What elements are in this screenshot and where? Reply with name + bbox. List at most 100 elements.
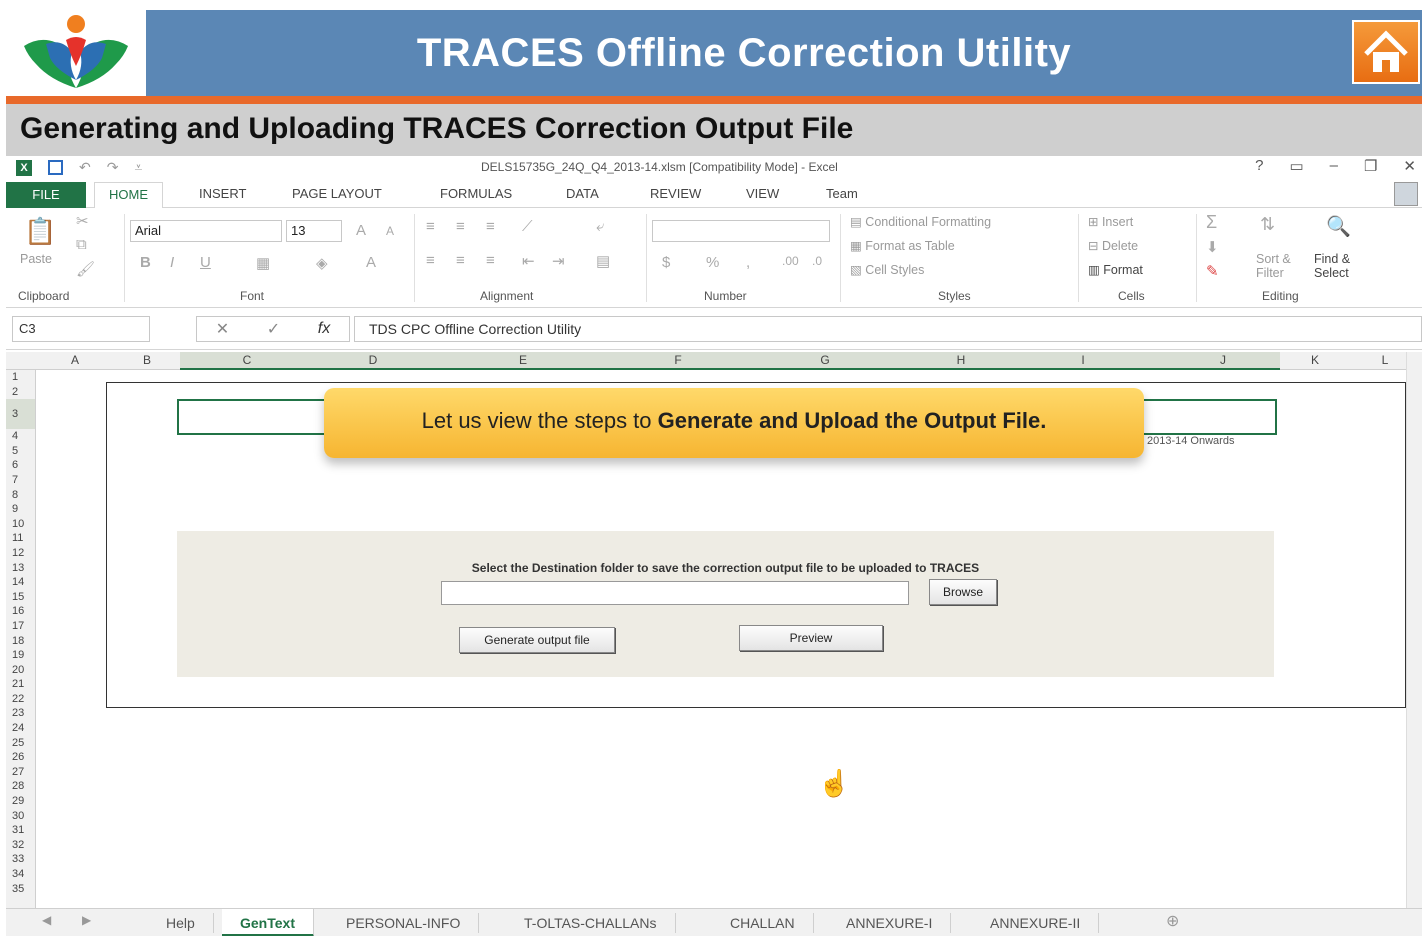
add-sheet-icon[interactable]: ⊕	[1166, 911, 1179, 931]
sheet-tab-gentext[interactable]: GenText	[222, 909, 314, 936]
help-icon[interactable]: ?	[1255, 157, 1263, 175]
sheet-tab-personal-info[interactable]: PERSONAL-INFO	[328, 913, 480, 933]
number-format-select[interactable]	[652, 220, 830, 242]
underline-icon[interactable]: U	[200, 254, 211, 271]
row-header-11[interactable]: 11	[6, 531, 35, 546]
row-header-10[interactable]: 10	[6, 517, 35, 532]
tab-team[interactable]: Team	[826, 186, 858, 201]
browse-button[interactable]: Browse	[929, 579, 997, 605]
merge-center-icon[interactable]: ▤	[596, 252, 610, 270]
fill-color-icon[interactable]: ◈	[316, 254, 328, 272]
align-left-icon[interactable]: ≡	[426, 252, 435, 269]
row-header-19[interactable]: 19	[6, 648, 35, 663]
paste-button[interactable]: Paste	[20, 252, 52, 266]
row-header-9[interactable]: 9	[6, 502, 35, 517]
sheet-tab-help[interactable]: Help	[148, 913, 214, 933]
row-header-16[interactable]: 16	[6, 604, 35, 619]
conditional-formatting-button[interactable]: ▤ Conditional Formatting	[850, 214, 991, 229]
row-header-18[interactable]: 18	[6, 634, 35, 649]
copy-icon[interactable]: ⧉	[76, 236, 87, 253]
row-header-35[interactable]: 35	[6, 882, 35, 897]
column-header-d[interactable]: D	[366, 353, 380, 367]
row-header-13[interactable]: 13	[6, 561, 35, 576]
column-header-f[interactable]: F	[671, 353, 685, 367]
row-header-5[interactable]: 5	[6, 444, 35, 459]
row-header-33[interactable]: 33	[6, 852, 35, 867]
increase-decimal-icon[interactable]: .00	[782, 254, 799, 268]
tab-data[interactable]: DATA	[566, 186, 599, 201]
insert-cells-button[interactable]: ⊞ Insert	[1088, 214, 1133, 229]
column-header-g[interactable]: G	[818, 353, 832, 367]
tab-page-layout[interactable]: PAGE LAYOUT	[292, 186, 382, 201]
preview-button[interactable]: Preview	[739, 625, 883, 651]
row-header-23[interactable]: 23	[6, 706, 35, 721]
increase-indent-icon[interactable]: ⇥	[552, 252, 565, 270]
minimize-icon[interactable]: –	[1330, 157, 1338, 175]
generate-output-button[interactable]: Generate output file	[459, 627, 615, 653]
column-header-c[interactable]: C	[240, 353, 254, 367]
sheet-tab-annexure-ii[interactable]: ANNEXURE-II	[972, 913, 1100, 933]
insert-function-icon[interactable]: fx	[318, 320, 330, 338]
decrease-decimal-icon[interactable]: .0	[812, 254, 822, 268]
wrap-text-icon[interactable]: ⤶	[596, 218, 604, 235]
align-center-icon[interactable]: ≡	[456, 252, 465, 269]
row-header-31[interactable]: 31	[6, 823, 35, 838]
row-header-32[interactable]: 32	[6, 838, 35, 853]
font-size-select[interactable]: 13	[286, 220, 342, 242]
row-header-34[interactable]: 34	[6, 867, 35, 882]
delete-cells-button[interactable]: ⊟ Delete	[1088, 238, 1138, 253]
shrink-font-icon[interactable]: A	[386, 224, 394, 238]
orientation-icon[interactable]: ⟋	[522, 218, 533, 235]
formula-input[interactable]: TDS CPC Offline Correction Utility	[354, 316, 1422, 342]
row-header-2[interactable]: 2	[6, 385, 35, 400]
grow-font-icon[interactable]: A	[356, 222, 366, 239]
sheet-tab-challan[interactable]: CHALLAN	[712, 913, 814, 933]
row-header-4[interactable]: 4	[6, 429, 35, 444]
align-bottom-icon[interactable]: ≡	[486, 218, 495, 235]
bold-icon[interactable]: B	[140, 254, 151, 271]
home-button[interactable]	[1352, 20, 1420, 84]
fill-icon[interactable]: ⬇	[1206, 238, 1219, 256]
cancel-icon[interactable]: ✕	[216, 319, 229, 339]
row-header-26[interactable]: 26	[6, 750, 35, 765]
currency-icon[interactable]: $	[662, 254, 670, 271]
row-header-22[interactable]: 22	[6, 692, 35, 707]
cut-icon[interactable]: ✂	[76, 212, 89, 230]
tab-review[interactable]: REVIEW	[650, 186, 701, 201]
column-header-l[interactable]: L	[1378, 353, 1392, 367]
row-header-20[interactable]: 20	[6, 663, 35, 678]
name-box[interactable]: C3	[12, 316, 150, 342]
row-header-14[interactable]: 14	[6, 575, 35, 590]
tab-insert[interactable]: INSERT	[199, 186, 246, 201]
comma-icon[interactable]: ,	[746, 254, 750, 271]
sheet-tab-t-oltas-challans[interactable]: T-OLTAS-CHALLANs	[506, 913, 676, 933]
row-header-6[interactable]: 6	[6, 458, 35, 473]
enter-icon[interactable]: ✓	[267, 319, 280, 339]
row-header-24[interactable]: 24	[6, 721, 35, 736]
column-header-i[interactable]: I	[1076, 353, 1090, 367]
undo-icon[interactable]: ↶	[79, 159, 91, 176]
align-right-icon[interactable]: ≡	[486, 252, 495, 269]
row-header-25[interactable]: 25	[6, 736, 35, 751]
row-header-12[interactable]: 12	[6, 546, 35, 561]
row-header-28[interactable]: 28	[6, 779, 35, 794]
save-icon[interactable]	[48, 160, 63, 175]
align-middle-icon[interactable]: ≡	[456, 218, 465, 235]
redo-icon[interactable]: ↷	[107, 159, 119, 176]
next-sheet-icon[interactable]: ▶	[82, 913, 91, 927]
autosum-icon[interactable]: Σ	[1206, 212, 1217, 233]
find-select-icon[interactable]: 🔍	[1326, 214, 1351, 239]
row-header-17[interactable]: 17	[6, 619, 35, 634]
align-top-icon[interactable]: ≡	[426, 218, 435, 235]
row-header-3[interactable]: 3	[6, 399, 35, 430]
row-header-21[interactable]: 21	[6, 677, 35, 692]
prev-sheet-icon[interactable]: ◀	[42, 913, 51, 927]
column-header-k[interactable]: K	[1308, 353, 1322, 367]
tab-home[interactable]: HOME	[94, 182, 163, 209]
format-cells-button[interactable]: ▥ Format	[1088, 262, 1143, 277]
italic-icon[interactable]: I	[170, 254, 174, 271]
sort-filter-button[interactable]: Sort & Filter	[1256, 252, 1300, 280]
tab-view[interactable]: VIEW	[746, 186, 779, 201]
font-family-select[interactable]: Arial	[130, 220, 282, 242]
column-header-a[interactable]: A	[68, 353, 82, 367]
